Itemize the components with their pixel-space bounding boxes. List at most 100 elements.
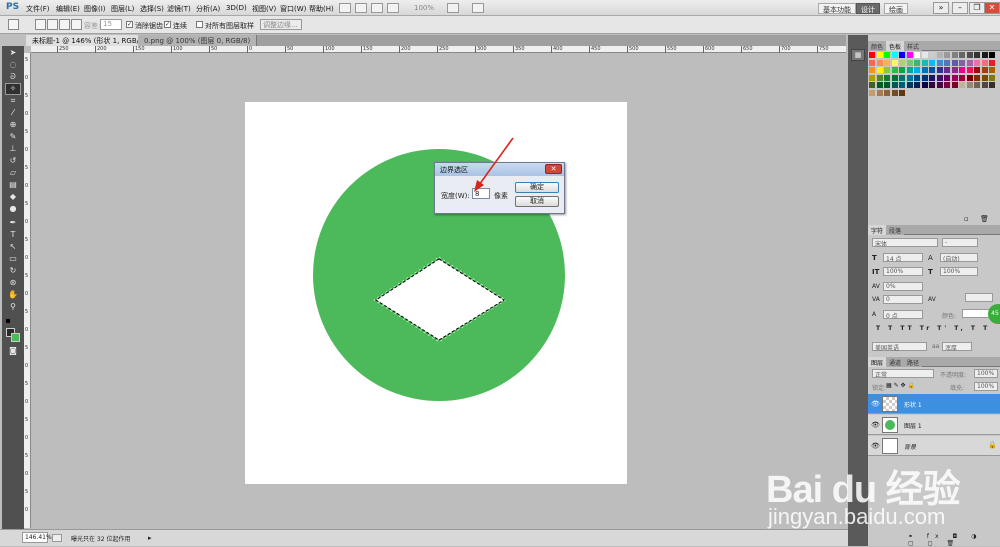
- color-swatch[interactable]: [959, 59, 965, 66]
- color-swatch[interactable]: [944, 67, 950, 73]
- eye-icon[interactable]: 👁: [871, 421, 880, 429]
- layer-row-background[interactable]: 👁 背景 🔒: [868, 436, 1000, 456]
- color-swatch[interactable]: [869, 74, 875, 81]
- color-swatch[interactable]: [936, 52, 943, 58]
- ok-button[interactable]: 确定: [515, 182, 559, 193]
- color-swatch[interactable]: [869, 52, 875, 58]
- color-swatch[interactable]: [929, 59, 935, 66]
- new-selection-icon[interactable]: [35, 19, 46, 30]
- tab-swatches[interactable]: 色板: [886, 41, 905, 51]
- color-swatch[interactable]: [891, 59, 898, 66]
- layer-bottom-icons[interactable]: ⚭ fx ◘ ◑ ▢ ◻ 🗑: [908, 533, 1000, 547]
- workspace-painting[interactable]: 绘画: [884, 3, 908, 14]
- eye-icon[interactable]: 👁: [871, 442, 880, 450]
- color-swatch[interactable]: [869, 82, 875, 88]
- color-swatch[interactable]: [884, 67, 890, 73]
- color-swatch[interactable]: [966, 52, 973, 58]
- type-tool-icon[interactable]: T: [6, 230, 20, 240]
- tolerance-input[interactable]: 15: [100, 19, 122, 30]
- cancel-button[interactable]: 取消: [515, 196, 559, 207]
- menu-select[interactable]: 选择(S): [140, 4, 164, 14]
- color-swatch[interactable]: [936, 82, 943, 88]
- tab-styles[interactable]: 样式: [904, 41, 923, 51]
- color-swatch[interactable]: [951, 74, 958, 81]
- tab-channels[interactable]: 通道: [886, 357, 905, 367]
- color-swatch[interactable]: [974, 67, 980, 73]
- color-swatch[interactable]: [891, 89, 898, 96]
- color-swatch[interactable]: [989, 59, 995, 66]
- text-color-swatch[interactable]: [962, 309, 990, 318]
- layer-row-layer-1[interactable]: 👁 图层 1: [868, 415, 1000, 435]
- swatch-grid[interactable]: [869, 52, 999, 102]
- color-swatch[interactable]: [929, 74, 935, 81]
- tab-color[interactable]: 颜色: [868, 41, 887, 51]
- menu-file[interactable]: 文件(F): [26, 4, 50, 14]
- move-tool-icon[interactable]: ➤: [6, 48, 20, 58]
- antialias-select[interactable]: 浑厚: [942, 342, 972, 352]
- color-swatch[interactable]: [959, 82, 965, 88]
- dodge-tool-icon[interactable]: ●: [6, 204, 20, 214]
- color-swatch[interactable]: [921, 52, 928, 58]
- color-swatch[interactable]: [951, 59, 958, 66]
- opacity-field[interactable]: 100%: [974, 369, 998, 378]
- color-swatch[interactable]: [959, 52, 965, 58]
- width-input[interactable]: 8: [472, 188, 490, 199]
- color-swatch[interactable]: [981, 67, 988, 73]
- lasso-tool-icon[interactable]: ᘐ: [6, 72, 20, 82]
- zoom-field[interactable]: 146.41%: [22, 532, 52, 543]
- menu-analysis[interactable]: 分析(A): [196, 4, 220, 14]
- tab-paragraph[interactable]: 段落: [886, 225, 905, 235]
- color-swatch[interactable]: [951, 52, 958, 58]
- shape-tool-icon[interactable]: ▭: [6, 254, 20, 264]
- color-swatch[interactable]: [981, 59, 988, 66]
- tab-character[interactable]: 字符: [868, 225, 887, 235]
- blend-mode-select[interactable]: 正常: [872, 369, 934, 379]
- dialog-close-button[interactable]: ✕: [545, 164, 562, 174]
- color-swatch[interactable]: [876, 59, 883, 66]
- refine-edge-button[interactable]: 调整边缘...: [260, 19, 302, 30]
- color-swatch[interactable]: [944, 82, 950, 88]
- color-swatch[interactable]: [989, 74, 995, 81]
- layer-row-shape-1[interactable]: 👁 形状 1: [868, 394, 1000, 414]
- tool-preset-icon[interactable]: [8, 19, 19, 30]
- color-swatch[interactable]: [974, 82, 980, 88]
- zoom-tool-icon[interactable]: ⚲: [6, 302, 20, 312]
- color-swatch[interactable]: [966, 82, 973, 88]
- marquee-tool-icon[interactable]: ◌: [6, 60, 20, 70]
- background-color-swatch[interactable]: [11, 333, 20, 342]
- color-swatch[interactable]: [914, 59, 920, 66]
- menu-window[interactable]: 窗口(W): [280, 4, 306, 14]
- color-swatch[interactable]: [981, 82, 988, 88]
- info-icon[interactable]: [52, 534, 62, 542]
- color-swatch[interactable]: [959, 67, 965, 73]
- hand-view-icon[interactable]: [371, 3, 383, 13]
- screen-mode-icon[interactable]: [472, 3, 484, 13]
- tab-layers[interactable]: 图层: [868, 357, 887, 367]
- color-swatch[interactable]: [944, 74, 950, 81]
- language-select[interactable]: 美国英语: [872, 342, 927, 352]
- font-size-field[interactable]: 14 点: [883, 253, 923, 263]
- eye-icon[interactable]: 👁: [871, 400, 880, 408]
- color-swatch[interactable]: [884, 89, 890, 96]
- color-swatch[interactable]: [981, 52, 988, 58]
- stamp-tool-icon[interactable]: ⊥: [6, 144, 20, 154]
- antialias-checkbox[interactable]: ✓: [126, 21, 133, 28]
- color-swatch[interactable]: [906, 67, 913, 73]
- pen-tool-icon[interactable]: ✒: [6, 218, 20, 228]
- color-swatch[interactable]: [891, 52, 898, 58]
- gradient-tool-icon[interactable]: ▤: [6, 180, 20, 190]
- history-brush-icon[interactable]: ↺: [6, 156, 20, 166]
- 3d-camera-icon[interactable]: ⊛: [6, 278, 20, 288]
- leading-field[interactable]: (自动): [940, 253, 978, 263]
- color-swatch[interactable]: [876, 89, 883, 96]
- color-swatch[interactable]: [899, 89, 905, 96]
- color-swatch[interactable]: [869, 89, 875, 96]
- baseline-field[interactable]: 0 点: [883, 310, 923, 320]
- menu-filter[interactable]: 滤镜(T): [167, 4, 191, 14]
- color-swatch[interactable]: [921, 67, 928, 73]
- color-swatch[interactable]: [936, 67, 943, 73]
- color-swatch[interactable]: [989, 67, 995, 73]
- font-family-select[interactable]: 宋体: [872, 238, 938, 248]
- delete-swatch-icon[interactable]: 🗑: [980, 215, 989, 223]
- type-style-buttons[interactable]: T T TT Tr T' T, T T: [876, 325, 990, 332]
